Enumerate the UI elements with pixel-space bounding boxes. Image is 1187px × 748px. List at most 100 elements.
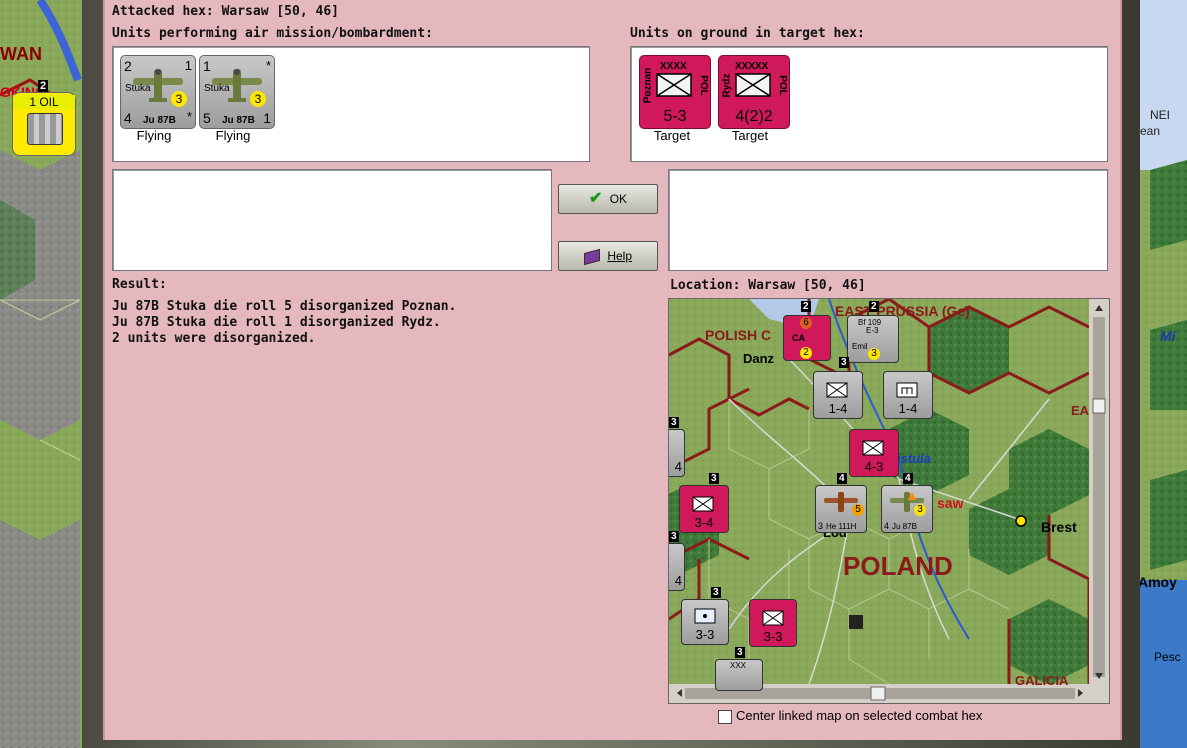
help-button[interactable]: Help: [558, 241, 658, 271]
counter-badge: 3: [868, 348, 880, 360]
oil-count: 2: [38, 80, 49, 92]
ok-button[interactable]: ✔ OK: [558, 184, 658, 214]
map-label-ea: EA: [1071, 403, 1090, 418]
unit-value: 5: [203, 110, 211, 126]
map-counter-stuka[interactable]: 4 Ju 87B 3: [881, 485, 933, 533]
map-label-mi: Mi: [1160, 328, 1176, 344]
infantry-symbol-icon: [692, 496, 714, 512]
center-map-checkbox[interactable]: [718, 710, 732, 724]
counter-strength: 4: [674, 573, 682, 588]
unit-value: 1: [263, 110, 271, 126]
counter-stack: 2: [801, 301, 811, 312]
counter-strength: 1-4: [898, 401, 918, 416]
unit-value: 4: [124, 110, 132, 126]
map-label-pesc: Pesc: [1154, 650, 1181, 664]
map-counter-pol-division[interactable]: 3-3: [681, 599, 729, 645]
counter-model: He 111H: [826, 522, 857, 531]
unit-size: XXXX: [660, 61, 687, 72]
counter-value: 4: [884, 521, 890, 531]
result-line: Ju 87B Stuka die roll 5 disorganized Poz…: [112, 299, 457, 314]
help-book-icon: [583, 248, 600, 265]
counter-stack: 4: [903, 473, 913, 484]
unit-strength: 4(2)2: [735, 108, 773, 125]
counter-strength: 4: [674, 459, 682, 474]
air-units-header: Units performing air mission/bombardment…: [112, 26, 433, 41]
ground-unit-status: Target: [731, 128, 769, 143]
counter-badge: 5: [852, 504, 864, 516]
oil-barrels-icon: [27, 113, 63, 145]
air-unit-stuka-1[interactable]: 2 1 Stuka 3 4 Ju 87B *: [120, 55, 196, 129]
result-header: Result:: [112, 277, 167, 292]
ground-units-header: Units on ground in target hex:: [630, 26, 865, 41]
map-label-poland: POLAND: [843, 551, 953, 581]
ground-unit-rydz[interactable]: XXXXX Rydz POL 4(2)2: [718, 55, 790, 129]
unit-size: XXXXX: [735, 61, 769, 72]
ground-unit-status: Target: [653, 128, 691, 143]
unit-name: Poznan: [642, 67, 654, 104]
map-counter-edge-1[interactable]: 4: [669, 429, 685, 477]
infantry-symbol-icon: [656, 73, 692, 97]
unit-name: Stuka: [204, 83, 230, 94]
help-button-label: Help: [607, 249, 633, 263]
center-map-checkbox-label[interactable]: Center linked map on selected combat hex: [736, 708, 982, 723]
counter-stack: 3: [839, 357, 849, 368]
unit-nation: POL: [698, 75, 710, 96]
unit-name: Stuka: [125, 83, 151, 94]
counter-badge: 2: [800, 347, 812, 359]
counter-strength: 3-4: [694, 515, 714, 530]
counter-text: CA: [792, 333, 805, 343]
air-unit-stuka-2[interactable]: 1 * Stuka 3 5 Ju 87B 1: [199, 55, 275, 129]
map-counter-pol-cavalry[interactable]: 6 CA 2: [783, 315, 831, 361]
unit-badge: 3: [171, 91, 187, 107]
counter-size: XXX: [730, 661, 747, 670]
infantry-symbol-icon: [862, 440, 884, 456]
map-counter-he111[interactable]: 3 He 111H 5: [815, 485, 867, 533]
oil-label: 1 OIL: [13, 95, 75, 109]
infantry-symbol-icon: [762, 610, 784, 626]
counter-value: 3: [818, 521, 824, 531]
unit-strength: 5-3: [663, 108, 687, 125]
attacked-hex-title: Attacked hex: Warsaw [50, 46]: [112, 4, 339, 19]
map-label-galicia: GALICIA: [1015, 673, 1069, 688]
oil-resource-marker[interactable]: 1 OIL: [12, 92, 76, 156]
map-counter-pol-army-1[interactable]: 4-3: [849, 429, 899, 477]
defender-detail-panel: [668, 169, 1108, 271]
map-label-wan: WAN: [0, 44, 42, 64]
ok-button-label: OK: [609, 192, 628, 206]
map-counter-edge-2[interactable]: 4: [669, 543, 685, 591]
counter-stack: 3: [711, 587, 721, 598]
unit-name: Rydz: [721, 73, 733, 98]
map-counter-ger-infantry-2[interactable]: 1-4: [883, 371, 933, 419]
location-header: Location: Warsaw [50, 46]: [670, 278, 866, 293]
unit-value: *: [265, 58, 271, 73]
map-counter-pol-corps[interactable]: 3-4: [679, 485, 729, 533]
unit-nation: POL: [777, 75, 789, 96]
counter-stack: 3: [669, 417, 679, 428]
linked-map[interactable]: EAST PRUSSIA (Ge) POLISH C Danz istula s…: [668, 298, 1110, 704]
counter-stack: 4: [837, 473, 847, 484]
counter-text: Emil: [852, 342, 868, 351]
unit-badge: 3: [250, 91, 266, 107]
map-label-danzig: Danz: [743, 351, 775, 366]
map-counter-ger-infantry-1[interactable]: 1-4: [813, 371, 863, 419]
map-label-polish-corridor: POLISH C: [705, 327, 772, 343]
counter-strength: 3-3: [763, 629, 783, 644]
map-label-ean: ean: [1140, 124, 1161, 138]
engineer-symbol-icon: [896, 382, 918, 398]
map-counter-bf109[interactable]: Bf 109 E-3 Emil 3: [847, 315, 899, 363]
counter-strength: 1-4: [828, 401, 848, 416]
map-label-nei: NEI: [1150, 108, 1171, 122]
map-counter-bottom[interactable]: XXX: [715, 659, 763, 691]
map-label-amoy: Amoy: [1138, 574, 1177, 590]
ground-unit-poznan[interactable]: XXXX Poznan POL 5-3: [639, 55, 711, 129]
counter-strength: 4-3: [864, 459, 884, 474]
map-label-brest: Brest: [1041, 519, 1077, 535]
unit-model: Ju 87B: [222, 115, 255, 126]
counter-stack: 3: [735, 647, 745, 658]
counter-strength: 3-3: [695, 627, 715, 642]
counter-model: Ju 87B: [892, 522, 917, 531]
map-counter-pol-army-2[interactable]: 3-3: [749, 599, 797, 647]
air-unit-status: Flying: [215, 128, 251, 143]
result-line: Ju 87B Stuka die roll 1 disorganized Ryd…: [112, 315, 441, 330]
attacker-detail-panel: [112, 169, 552, 271]
